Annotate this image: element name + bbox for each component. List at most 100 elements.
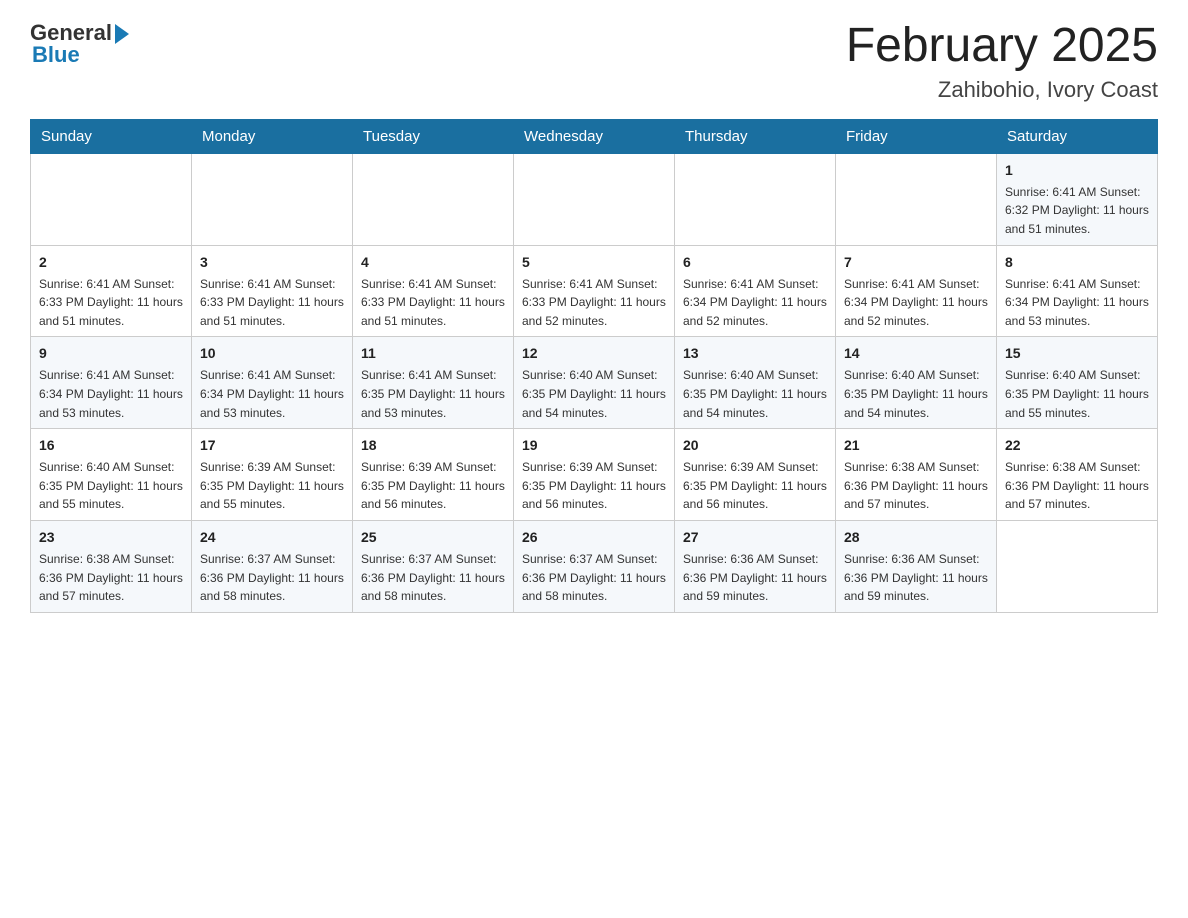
day-info: Sunrise: 6:39 AM Sunset: 6:35 PM Dayligh… [200, 458, 344, 514]
calendar-cell: 26Sunrise: 6:37 AM Sunset: 6:36 PM Dayli… [514, 520, 675, 612]
day-info: Sunrise: 6:41 AM Sunset: 6:34 PM Dayligh… [1005, 275, 1149, 331]
calendar-cell: 14Sunrise: 6:40 AM Sunset: 6:35 PM Dayli… [836, 337, 997, 429]
day-info: Sunrise: 6:38 AM Sunset: 6:36 PM Dayligh… [844, 458, 988, 514]
day-number: 27 [683, 527, 827, 548]
calendar-cell [31, 153, 192, 245]
calendar-week-3: 9Sunrise: 6:41 AM Sunset: 6:34 PM Daylig… [31, 337, 1158, 429]
calendar-cell: 5Sunrise: 6:41 AM Sunset: 6:33 PM Daylig… [514, 245, 675, 337]
day-number: 3 [200, 252, 344, 273]
day-number: 17 [200, 435, 344, 456]
day-number: 6 [683, 252, 827, 273]
day-info: Sunrise: 6:41 AM Sunset: 6:34 PM Dayligh… [844, 275, 988, 331]
day-number: 24 [200, 527, 344, 548]
day-info: Sunrise: 6:38 AM Sunset: 6:36 PM Dayligh… [39, 550, 183, 606]
day-number: 20 [683, 435, 827, 456]
calendar-cell: 27Sunrise: 6:36 AM Sunset: 6:36 PM Dayli… [675, 520, 836, 612]
day-number: 10 [200, 343, 344, 364]
day-info: Sunrise: 6:39 AM Sunset: 6:35 PM Dayligh… [361, 458, 505, 514]
calendar-location: Zahibohio, Ivory Coast [846, 77, 1158, 103]
page-header: General Blue February 2025 Zahibohio, Iv… [30, 20, 1158, 103]
day-info: Sunrise: 6:41 AM Sunset: 6:33 PM Dayligh… [522, 275, 666, 331]
calendar-week-4: 16Sunrise: 6:40 AM Sunset: 6:35 PM Dayli… [31, 429, 1158, 521]
calendar-cell: 2Sunrise: 6:41 AM Sunset: 6:33 PM Daylig… [31, 245, 192, 337]
weekday-header-friday: Friday [836, 119, 997, 153]
logo-blue-text: Blue [32, 42, 80, 68]
calendar-week-1: 1Sunrise: 6:41 AM Sunset: 6:32 PM Daylig… [31, 153, 1158, 245]
day-number: 8 [1005, 252, 1149, 273]
calendar-week-5: 23Sunrise: 6:38 AM Sunset: 6:36 PM Dayli… [31, 520, 1158, 612]
calendar-cell: 11Sunrise: 6:41 AM Sunset: 6:35 PM Dayli… [353, 337, 514, 429]
day-number: 11 [361, 343, 505, 364]
calendar-cell [514, 153, 675, 245]
calendar-cell: 22Sunrise: 6:38 AM Sunset: 6:36 PM Dayli… [997, 429, 1158, 521]
day-number: 28 [844, 527, 988, 548]
calendar-cell: 13Sunrise: 6:40 AM Sunset: 6:35 PM Dayli… [675, 337, 836, 429]
weekday-header-sunday: Sunday [31, 119, 192, 153]
calendar-cell: 25Sunrise: 6:37 AM Sunset: 6:36 PM Dayli… [353, 520, 514, 612]
day-info: Sunrise: 6:41 AM Sunset: 6:33 PM Dayligh… [200, 275, 344, 331]
day-info: Sunrise: 6:41 AM Sunset: 6:33 PM Dayligh… [361, 275, 505, 331]
day-number: 9 [39, 343, 183, 364]
day-number: 25 [361, 527, 505, 548]
day-info: Sunrise: 6:37 AM Sunset: 6:36 PM Dayligh… [522, 550, 666, 606]
calendar-cell: 6Sunrise: 6:41 AM Sunset: 6:34 PM Daylig… [675, 245, 836, 337]
calendar-cell: 3Sunrise: 6:41 AM Sunset: 6:33 PM Daylig… [192, 245, 353, 337]
calendar-cell: 10Sunrise: 6:41 AM Sunset: 6:34 PM Dayli… [192, 337, 353, 429]
calendar-cell [836, 153, 997, 245]
day-number: 19 [522, 435, 666, 456]
day-info: Sunrise: 6:40 AM Sunset: 6:35 PM Dayligh… [39, 458, 183, 514]
calendar-cell: 23Sunrise: 6:38 AM Sunset: 6:36 PM Dayli… [31, 520, 192, 612]
day-number: 4 [361, 252, 505, 273]
title-block: February 2025 Zahibohio, Ivory Coast [846, 20, 1158, 103]
calendar-cell: 28Sunrise: 6:36 AM Sunset: 6:36 PM Dayli… [836, 520, 997, 612]
day-number: 23 [39, 527, 183, 548]
weekday-header-saturday: Saturday [997, 119, 1158, 153]
day-info: Sunrise: 6:40 AM Sunset: 6:35 PM Dayligh… [683, 366, 827, 422]
weekday-header-tuesday: Tuesday [353, 119, 514, 153]
calendar-cell: 4Sunrise: 6:41 AM Sunset: 6:33 PM Daylig… [353, 245, 514, 337]
day-info: Sunrise: 6:40 AM Sunset: 6:35 PM Dayligh… [844, 366, 988, 422]
day-number: 14 [844, 343, 988, 364]
day-number: 7 [844, 252, 988, 273]
calendar-cell: 19Sunrise: 6:39 AM Sunset: 6:35 PM Dayli… [514, 429, 675, 521]
calendar-cell [997, 520, 1158, 612]
calendar-cell: 7Sunrise: 6:41 AM Sunset: 6:34 PM Daylig… [836, 245, 997, 337]
calendar-cell [353, 153, 514, 245]
weekday-header-row: SundayMondayTuesdayWednesdayThursdayFrid… [31, 119, 1158, 153]
day-number: 16 [39, 435, 183, 456]
calendar-cell: 8Sunrise: 6:41 AM Sunset: 6:34 PM Daylig… [997, 245, 1158, 337]
day-info: Sunrise: 6:39 AM Sunset: 6:35 PM Dayligh… [522, 458, 666, 514]
day-info: Sunrise: 6:40 AM Sunset: 6:35 PM Dayligh… [1005, 366, 1149, 422]
day-info: Sunrise: 6:41 AM Sunset: 6:34 PM Dayligh… [683, 275, 827, 331]
calendar-title: February 2025 [846, 20, 1158, 73]
day-info: Sunrise: 6:40 AM Sunset: 6:35 PM Dayligh… [522, 366, 666, 422]
day-number: 12 [522, 343, 666, 364]
calendar-cell [675, 153, 836, 245]
day-number: 26 [522, 527, 666, 548]
calendar-cell: 17Sunrise: 6:39 AM Sunset: 6:35 PM Dayli… [192, 429, 353, 521]
calendar-cell: 12Sunrise: 6:40 AM Sunset: 6:35 PM Dayli… [514, 337, 675, 429]
calendar-cell [192, 153, 353, 245]
day-info: Sunrise: 6:41 AM Sunset: 6:34 PM Dayligh… [39, 366, 183, 422]
calendar-cell: 20Sunrise: 6:39 AM Sunset: 6:35 PM Dayli… [675, 429, 836, 521]
weekday-header-thursday: Thursday [675, 119, 836, 153]
calendar-cell: 9Sunrise: 6:41 AM Sunset: 6:34 PM Daylig… [31, 337, 192, 429]
day-info: Sunrise: 6:41 AM Sunset: 6:35 PM Dayligh… [361, 366, 505, 422]
day-number: 22 [1005, 435, 1149, 456]
day-info: Sunrise: 6:39 AM Sunset: 6:35 PM Dayligh… [683, 458, 827, 514]
day-info: Sunrise: 6:41 AM Sunset: 6:34 PM Dayligh… [200, 366, 344, 422]
day-number: 18 [361, 435, 505, 456]
calendar-cell: 21Sunrise: 6:38 AM Sunset: 6:36 PM Dayli… [836, 429, 997, 521]
calendar-cell: 18Sunrise: 6:39 AM Sunset: 6:35 PM Dayli… [353, 429, 514, 521]
logo: General Blue [30, 20, 129, 68]
day-number: 13 [683, 343, 827, 364]
day-info: Sunrise: 6:38 AM Sunset: 6:36 PM Dayligh… [1005, 458, 1149, 514]
day-info: Sunrise: 6:41 AM Sunset: 6:32 PM Dayligh… [1005, 183, 1149, 239]
calendar-table: SundayMondayTuesdayWednesdayThursdayFrid… [30, 119, 1158, 613]
day-info: Sunrise: 6:37 AM Sunset: 6:36 PM Dayligh… [200, 550, 344, 606]
calendar-cell: 15Sunrise: 6:40 AM Sunset: 6:35 PM Dayli… [997, 337, 1158, 429]
weekday-header-wednesday: Wednesday [514, 119, 675, 153]
calendar-week-2: 2Sunrise: 6:41 AM Sunset: 6:33 PM Daylig… [31, 245, 1158, 337]
day-info: Sunrise: 6:41 AM Sunset: 6:33 PM Dayligh… [39, 275, 183, 331]
weekday-header-monday: Monday [192, 119, 353, 153]
